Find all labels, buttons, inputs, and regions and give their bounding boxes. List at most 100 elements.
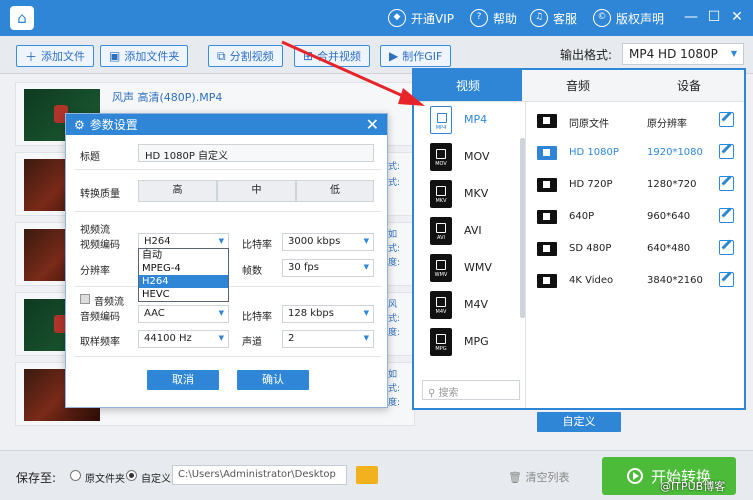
resolution-name: 4K Video xyxy=(569,275,614,286)
title-bar: ⌂ ◆ 开通VIP ? 帮助 ♫ 客服 © 版权声明 — ☐ ✕ xyxy=(0,0,753,36)
audio-bitrate-select[interactable]: 128 kbps xyxy=(282,305,374,323)
edit-icon[interactable] xyxy=(719,208,734,223)
fps-select[interactable]: 30 fps xyxy=(282,259,374,277)
edit-icon[interactable] xyxy=(719,112,734,127)
film-icon xyxy=(537,146,557,160)
confirm-button[interactable]: 确认 xyxy=(237,370,309,390)
split-video-button[interactable]: ⧉ 分割视频 xyxy=(208,45,283,67)
format-item-mpg[interactable]: MPG MPG xyxy=(414,324,518,360)
divider xyxy=(74,356,381,357)
gear-icon: ⚙ xyxy=(74,117,85,132)
tab-video[interactable]: 视频 xyxy=(414,70,522,102)
dialog-close-icon[interactable]: ✕ xyxy=(366,115,379,134)
format-list-scrollbar[interactable] xyxy=(520,138,525,318)
vip-label: 开通VIP xyxy=(411,11,454,26)
format-list: MP4 MP4 MOV MOV MKV MKV AVI AVI WMV WMV M4V M4… xyxy=(414,102,526,408)
make-gif-label: 制作GIF xyxy=(402,50,443,63)
format-label: WMV xyxy=(464,261,492,274)
file-name[interactable]: 风声 高清(480P).MP4 xyxy=(112,89,222,105)
cancel-button[interactable]: 取消 xyxy=(147,370,219,390)
copyright-label: 版权声明 xyxy=(616,11,665,26)
vip-link[interactable]: ◆ 开通VIP xyxy=(388,8,454,28)
minimize-button[interactable]: — xyxy=(682,8,700,26)
support-link[interactable]: ♫ 客服 xyxy=(530,8,577,28)
output-path-input[interactable]: C:\Users\Administrator\Desktop xyxy=(172,465,347,485)
original-folder-label: 原文件夹 xyxy=(85,474,125,485)
codec-option-mpeg4[interactable]: MPEG-4 xyxy=(139,262,228,275)
codec-option-h264[interactable]: H264 xyxy=(139,275,228,288)
file-format-label: 式: xyxy=(388,178,401,188)
mpg-file-icon: MPG xyxy=(430,328,452,356)
merge-icon: ⊞ xyxy=(303,49,314,63)
wmv-file-icon: WMV xyxy=(430,254,452,282)
format-item-m4v[interactable]: M4V M4V xyxy=(414,287,518,323)
resolution-row[interactable]: 4K Video 3840*2160 xyxy=(529,266,744,296)
format-item-mov[interactable]: MOV MOV xyxy=(414,139,518,175)
resolution-size: 640*480 xyxy=(647,243,691,254)
quality-medium-option[interactable]: 中 xyxy=(217,180,296,202)
bitrate-select[interactable]: 3000 kbps xyxy=(282,233,374,251)
copyright-icon: © xyxy=(593,9,611,27)
resolution-size: 1280*720 xyxy=(647,179,697,190)
file-name-fragment: 风 xyxy=(388,300,398,310)
resolution-row[interactable]: 640P 960*640 xyxy=(529,202,744,232)
format-item-wmv[interactable]: WMV WMV xyxy=(414,250,518,286)
copyright-link[interactable]: © 版权声明 xyxy=(593,8,664,28)
title-input[interactable]: HD 1080P 自定义 xyxy=(138,144,374,162)
add-folder-button[interactable]: ▣ 添加文件夹 xyxy=(100,45,189,67)
edit-icon[interactable] xyxy=(719,240,734,255)
resolution-row[interactable]: HD 720P 1280*720 xyxy=(529,170,744,200)
merge-video-button[interactable]: ⊞ 合并视频 xyxy=(294,45,371,67)
edit-icon[interactable] xyxy=(719,176,734,191)
channel-label: 声道 xyxy=(242,337,262,348)
format-item-mkv[interactable]: MKV MKV xyxy=(414,176,518,212)
output-format-select[interactable]: MP4 HD 1080P xyxy=(622,43,744,65)
resolution-size: 3840*2160 xyxy=(647,275,703,286)
quality-high-option[interactable]: 高 xyxy=(138,180,217,202)
resolution-row[interactable]: HD 1080P 1920*1080 xyxy=(529,138,744,168)
format-item-mp4[interactable]: MP4 MP4 xyxy=(414,102,518,138)
clear-list-button[interactable]: 🗑 清空列表 xyxy=(508,469,569,485)
custom-format-button[interactable]: 自定义 xyxy=(537,412,621,432)
resolution-row[interactable]: 同原文件 原分辨率 xyxy=(529,106,744,136)
resolution-label: 分辨率 xyxy=(80,266,110,277)
format-item-avi[interactable]: AVI AVI xyxy=(414,213,518,249)
edit-icon[interactable] xyxy=(719,272,734,287)
folder-plus-icon: ▣ xyxy=(109,49,121,63)
sample-rate-select[interactable]: 44100 Hz xyxy=(138,330,229,348)
maximize-button[interactable]: ☐ xyxy=(705,8,723,26)
tab-audio[interactable]: 音频 xyxy=(522,70,634,102)
resolution-row[interactable]: SD 480P 640*480 xyxy=(529,234,744,264)
close-button[interactable]: ✕ xyxy=(728,8,746,26)
custom-folder-radio[interactable] xyxy=(126,470,137,481)
codec-dropdown-list: 自动 MPEG-4 H264 HEVC xyxy=(138,248,229,302)
file-format-label: 式: xyxy=(388,244,401,254)
custom-folder-label: 自定义 xyxy=(141,474,171,485)
divider xyxy=(74,169,381,170)
output-format-label: 输出格式: xyxy=(560,48,613,62)
scissors-icon: ⧉ xyxy=(217,48,226,63)
split-video-label: 分割视频 xyxy=(229,50,274,63)
codec-option-hevc[interactable]: HEVC xyxy=(139,288,228,301)
format-label: MPG xyxy=(464,335,489,348)
channel-select[interactable]: 2 xyxy=(282,330,374,348)
audio-stream-checkbox[interactable] xyxy=(80,294,90,304)
help-link[interactable]: ? 帮助 xyxy=(470,8,517,28)
bottom-bar: 保存至: 原文件夹 自定义 C:\Users\Administrator\Des… xyxy=(0,450,753,500)
divider xyxy=(74,211,381,212)
format-search-input[interactable]: ⚲ 搜索 xyxy=(422,380,520,400)
original-folder-radio[interactable] xyxy=(70,470,81,481)
headset-icon: ♫ xyxy=(530,9,548,27)
audio-codec-select[interactable]: AAC xyxy=(138,305,229,323)
quality-low-option[interactable]: 低 xyxy=(296,180,374,202)
edit-icon[interactable] xyxy=(719,144,734,159)
video-stream-heading: 视频流 xyxy=(80,225,110,236)
make-gif-button[interactable]: ▶ 制作GIF xyxy=(380,45,452,67)
tab-device[interactable]: 设备 xyxy=(634,70,744,102)
add-file-button[interactable]: ＋添加文件 xyxy=(16,45,95,67)
format-label: MOV xyxy=(464,150,490,163)
codec-option-auto[interactable]: 自动 xyxy=(139,249,228,262)
watermark: @ITPUB博客 xyxy=(660,480,726,493)
audio-stream-heading: 音频流 xyxy=(94,297,124,308)
folder-icon[interactable] xyxy=(356,466,378,484)
